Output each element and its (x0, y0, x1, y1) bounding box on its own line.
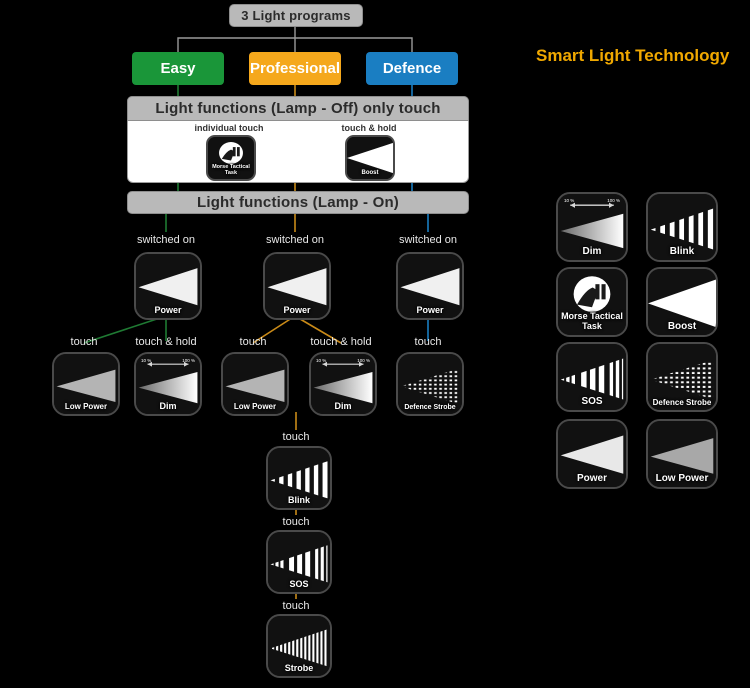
tile-morse-tactical-task[interactable]: Morse Tactical Task (206, 135, 256, 181)
lamp-off-right-edge-label: touch & hold (341, 123, 397, 133)
dim-scale-min: 10 % (141, 358, 152, 363)
legend-tile-blink[interactable]: Blink (646, 192, 718, 262)
legend-caption-boost: Boost (667, 321, 697, 332)
diagram-canvas: 3 Light programs Easy Professional Defen… (0, 0, 750, 688)
tile-blink-caption: Blink (287, 495, 310, 505)
legend-caption-power: Power (576, 473, 607, 484)
tile-dim-easy[interactable]: 10 % 100 % Dim (134, 352, 202, 416)
program-label-professional: Professional (249, 60, 341, 77)
tile-defence-strobe-caption: Defence Strobe (404, 404, 456, 411)
tile-defence-strobe[interactable]: Defence Strobe (396, 352, 464, 416)
band-lamp-off-label: Light functions (Lamp - Off) only touch (155, 100, 441, 117)
tile-sos-caption: SOS (289, 579, 309, 589)
edge-label-chain-strobe: touch (282, 600, 310, 612)
tile-low-power-easy-caption: Low Power (64, 402, 108, 411)
edge-label-chain-sos: touch (282, 516, 310, 528)
lamp-off-left-edge-label: individual touch (194, 123, 264, 133)
legend-caption-morse: Morse Tactical Task (561, 311, 623, 332)
edge-label-professional-switched-on: switched on (265, 234, 325, 246)
edge-label-chain-blink: touch (282, 431, 310, 443)
dim-scale-max: 100 % (607, 198, 620, 203)
root-node[interactable]: 3 Light programs (229, 4, 363, 27)
tile-dim-professional[interactable]: 10 % 100 % Dim (309, 352, 377, 416)
tile-strobe-caption: Strobe (284, 663, 314, 673)
page-title: Smart Light Technology (536, 46, 730, 65)
legend-caption-low-power: Low Power (655, 473, 709, 484)
dim-scale-max: 100 % (182, 358, 195, 363)
band-lamp-on-label: Light functions (Lamp - On) (196, 194, 400, 211)
tile-low-power-easy[interactable]: Low Power (52, 352, 120, 416)
edge-label-professional-touch-hold: touch & hold (310, 336, 372, 348)
program-label-defence: Defence (382, 60, 442, 77)
legend-caption-sos: SOS (581, 396, 603, 407)
tile-blink[interactable]: Blink (266, 446, 332, 510)
dim-scale-min: 10 % (316, 358, 327, 363)
program-button-defence[interactable]: Defence (366, 52, 458, 85)
legend-tile-morse-tactical-task[interactable]: Morse Tactical Task (556, 267, 628, 337)
tile-power-defence[interactable]: Power (396, 252, 464, 320)
tile-power-defence-caption: Power (416, 305, 444, 315)
dim-scale-min: 10 % (564, 198, 575, 203)
edge-label-defence-touch: touch (414, 336, 442, 348)
dim-scale-max: 100 % (357, 358, 370, 363)
legend-tile-defence-strobe[interactable]: Defence Strobe (646, 342, 718, 412)
tile-dim-professional-caption: Dim (334, 401, 352, 411)
tile-power-professional-caption: Power (283, 305, 311, 315)
legend-tile-boost[interactable]: Boost (646, 267, 718, 337)
edge-label-defence-switched-on: switched on (398, 234, 458, 246)
tile-power-easy[interactable]: Power (134, 252, 202, 320)
tile-dim-easy-caption: Dim (159, 401, 177, 411)
tile-sos[interactable]: SOS (266, 530, 332, 594)
edge-label-easy-touch-hold: touch & hold (135, 336, 197, 348)
tile-low-power-professional-caption: Low Power (233, 402, 277, 411)
legend-tile-low-power[interactable]: Low Power (646, 419, 718, 489)
tile-low-power-professional[interactable]: Low Power (221, 352, 289, 416)
tile-power-easy-caption: Power (154, 305, 182, 315)
edge-label-easy-touch: touch (70, 336, 98, 348)
edge-label-easy-switched-on: switched on (136, 234, 196, 246)
tile-morse-caption: Morse Tactical Task (212, 164, 250, 176)
band-lamp-off: Light functions (Lamp - Off) only touch (127, 96, 469, 121)
root-node-label: 3 Light programs (241, 8, 351, 23)
tile-power-professional[interactable]: Power (263, 252, 331, 320)
legend-caption-defence-strobe: Defence Strobe (652, 398, 712, 407)
legend-tile-sos[interactable]: SOS (556, 342, 628, 412)
legend-tile-dim[interactable]: 10 % 100 % Dim (556, 192, 628, 262)
tile-boost-caption: Boost (361, 170, 379, 176)
edge-label-professional-touch: touch (239, 336, 267, 348)
tile-boost[interactable]: Boost (345, 135, 395, 181)
program-button-professional[interactable]: Professional (249, 52, 341, 85)
band-lamp-on: Light functions (Lamp - On) (127, 191, 469, 214)
tile-strobe[interactable]: Strobe (266, 614, 332, 678)
legend-tile-power[interactable]: Power (556, 419, 628, 489)
legend-caption-blink: Blink (669, 246, 695, 257)
program-button-easy[interactable]: Easy (132, 52, 224, 85)
program-label-easy: Easy (160, 60, 196, 77)
legend-caption-dim: Dim (582, 246, 602, 257)
